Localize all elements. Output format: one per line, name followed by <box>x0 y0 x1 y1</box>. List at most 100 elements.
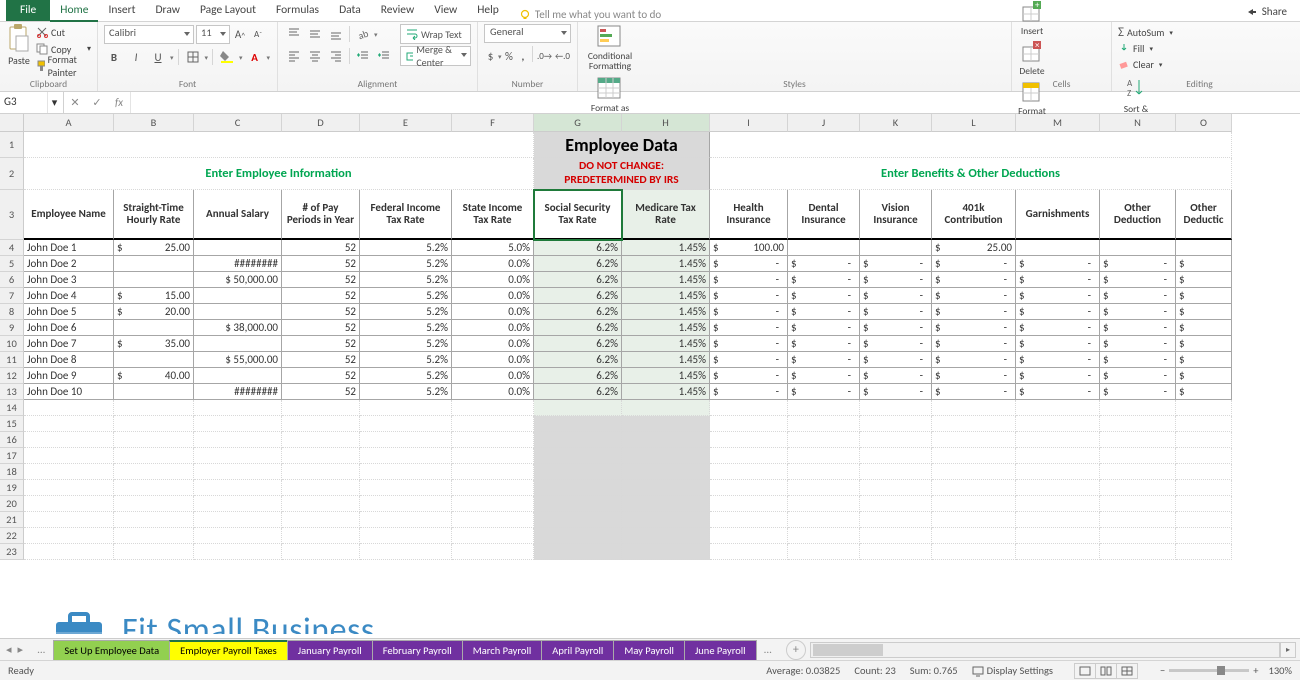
cell-empty[interactable] <box>452 512 534 528</box>
decrease-indent-button[interactable] <box>353 46 373 66</box>
cell-401k[interactable]: $- <box>932 384 1016 400</box>
cell-salary[interactable] <box>194 240 282 256</box>
cell-empty[interactable] <box>788 432 860 448</box>
cell-empty[interactable] <box>282 544 360 560</box>
cell-empty[interactable] <box>622 528 710 544</box>
tab-page-layout[interactable]: Page Layout <box>190 0 266 21</box>
cell-empty[interactable] <box>1100 512 1176 528</box>
cell-empty[interactable] <box>282 432 360 448</box>
col-header-other_ded[interactable]: Other Deduction <box>1100 190 1176 240</box>
percent-format-button[interactable]: % <box>502 46 515 66</box>
sheet-tab-may[interactable]: May Payroll <box>613 640 685 660</box>
increase-indent-button[interactable] <box>374 46 394 66</box>
cell-other[interactable]: $- <box>1100 304 1176 320</box>
sheet-tab-setup[interactable]: Set Up Employee Data <box>53 640 170 660</box>
row-header-20[interactable]: 20 <box>0 496 24 512</box>
cell-401k[interactable]: $- <box>932 352 1016 368</box>
cell-hourly[interactable] <box>114 272 194 288</box>
cell-empty[interactable] <box>1100 496 1176 512</box>
bold-button[interactable]: B <box>104 47 124 67</box>
cell-ss[interactable]: 6.2% <box>534 320 622 336</box>
cell-vision[interactable]: $- <box>860 368 932 384</box>
cell-empty[interactable] <box>452 496 534 512</box>
cell-empty[interactable] <box>622 480 710 496</box>
cell-other2[interactable]: $ <box>1176 368 1232 384</box>
cell-empty[interactable] <box>24 480 114 496</box>
cell-empty[interactable] <box>194 480 282 496</box>
cell-other2[interactable]: $ <box>1176 304 1232 320</box>
cell-401k[interactable]: $- <box>932 288 1016 304</box>
horizontal-scrollbar[interactable]: ▸ <box>810 642 1296 658</box>
column-header-I[interactable]: I <box>710 114 788 132</box>
row-header-12[interactable]: 12 <box>0 368 24 384</box>
cell-dental[interactable]: $- <box>788 288 860 304</box>
cell-periods[interactable]: 52 <box>282 336 360 352</box>
cell-401k[interactable]: $- <box>932 256 1016 272</box>
cell-empty[interactable] <box>1100 400 1176 416</box>
cell-empty[interactable] <box>194 432 282 448</box>
cell-empty[interactable] <box>1176 400 1232 416</box>
cell-garnish[interactable]: $- <box>1016 368 1100 384</box>
page-layout-view-button[interactable] <box>1095 663 1117 679</box>
sheet-tab-employer-taxes[interactable]: Employer Payroll Taxes <box>169 640 288 660</box>
cell-empty[interactable] <box>24 416 114 432</box>
cell-empty[interactable] <box>534 512 622 528</box>
cell-empty[interactable] <box>1016 432 1100 448</box>
row-header-21[interactable]: 21 <box>0 512 24 528</box>
row-header-7[interactable]: 7 <box>0 288 24 304</box>
cell-empty[interactable] <box>24 464 114 480</box>
cell-empty[interactable] <box>860 464 932 480</box>
sheet-tab-january[interactable]: January Payroll <box>287 640 373 660</box>
cell-401k[interactable]: $- <box>932 320 1016 336</box>
irs-warning-header[interactable]: DO NOT CHANGE:PREDETERMINED BY IRS <box>534 158 710 190</box>
tab-file[interactable]: File <box>6 0 50 21</box>
cell-periods[interactable]: 52 <box>282 240 360 256</box>
col-header-fed[interactable]: Federal Income Tax Rate <box>360 190 452 240</box>
cell-empty[interactable] <box>194 512 282 528</box>
cell-empty[interactable] <box>710 464 788 480</box>
orientation-button[interactable]: ab <box>353 24 373 44</box>
cell-empty[interactable] <box>282 400 360 416</box>
align-right-button[interactable] <box>326 46 346 66</box>
increase-decimal-button[interactable]: .0→ <box>536 46 553 66</box>
cell-state[interactable]: 0.0% <box>452 320 534 336</box>
cell-periods[interactable]: 52 <box>282 304 360 320</box>
cell-empty[interactable] <box>710 400 788 416</box>
column-header-G[interactable]: G <box>534 114 622 132</box>
cell-empty[interactable] <box>1016 416 1100 432</box>
cell-state[interactable]: 0.0% <box>452 256 534 272</box>
cell-empty[interactable] <box>282 528 360 544</box>
col-header-ss[interactable]: Social Security Tax Rate <box>534 190 622 240</box>
cell-empty[interactable] <box>24 496 114 512</box>
cell-other[interactable] <box>1100 240 1176 256</box>
cell-vision[interactable]: $- <box>860 352 932 368</box>
cell-empty[interactable] <box>788 496 860 512</box>
cell-empty[interactable] <box>860 416 932 432</box>
cell-dental[interactable]: $- <box>788 304 860 320</box>
cell-garnish[interactable]: $- <box>1016 320 1100 336</box>
cell-empty[interactable] <box>534 448 622 464</box>
column-header-B[interactable]: B <box>114 114 194 132</box>
cell-other2[interactable]: $ <box>1176 256 1232 272</box>
row-header-13[interactable]: 13 <box>0 384 24 400</box>
cell-other[interactable]: $- <box>1100 352 1176 368</box>
cell-empty[interactable] <box>452 544 534 560</box>
cell-name[interactable]: John Doe 2 <box>24 256 114 272</box>
cell-health[interactable]: $- <box>710 336 788 352</box>
cell-401k[interactable]: $- <box>932 272 1016 288</box>
cell-other2[interactable]: $ <box>1176 288 1232 304</box>
cell-empty[interactable] <box>860 528 932 544</box>
italic-button[interactable]: I <box>126 47 146 67</box>
cell-empty[interactable] <box>534 480 622 496</box>
cell-dental[interactable]: $- <box>788 272 860 288</box>
cell-state[interactable]: 0.0% <box>452 272 534 288</box>
page-break-view-button[interactable] <box>1116 663 1138 679</box>
cell-empty[interactable] <box>622 496 710 512</box>
cell-med[interactable]: 1.45% <box>622 320 710 336</box>
cell-name[interactable]: John Doe 4 <box>24 288 114 304</box>
col-header-hourly[interactable]: Straight-Time Hourly Rate <box>114 190 194 240</box>
display-settings-button[interactable]: Display Settings <box>972 664 1053 677</box>
cell-empty[interactable] <box>1176 432 1232 448</box>
cell-ss[interactable]: 6.2% <box>534 304 622 320</box>
cell-salary[interactable]: $ 55,000.00 <box>194 352 282 368</box>
